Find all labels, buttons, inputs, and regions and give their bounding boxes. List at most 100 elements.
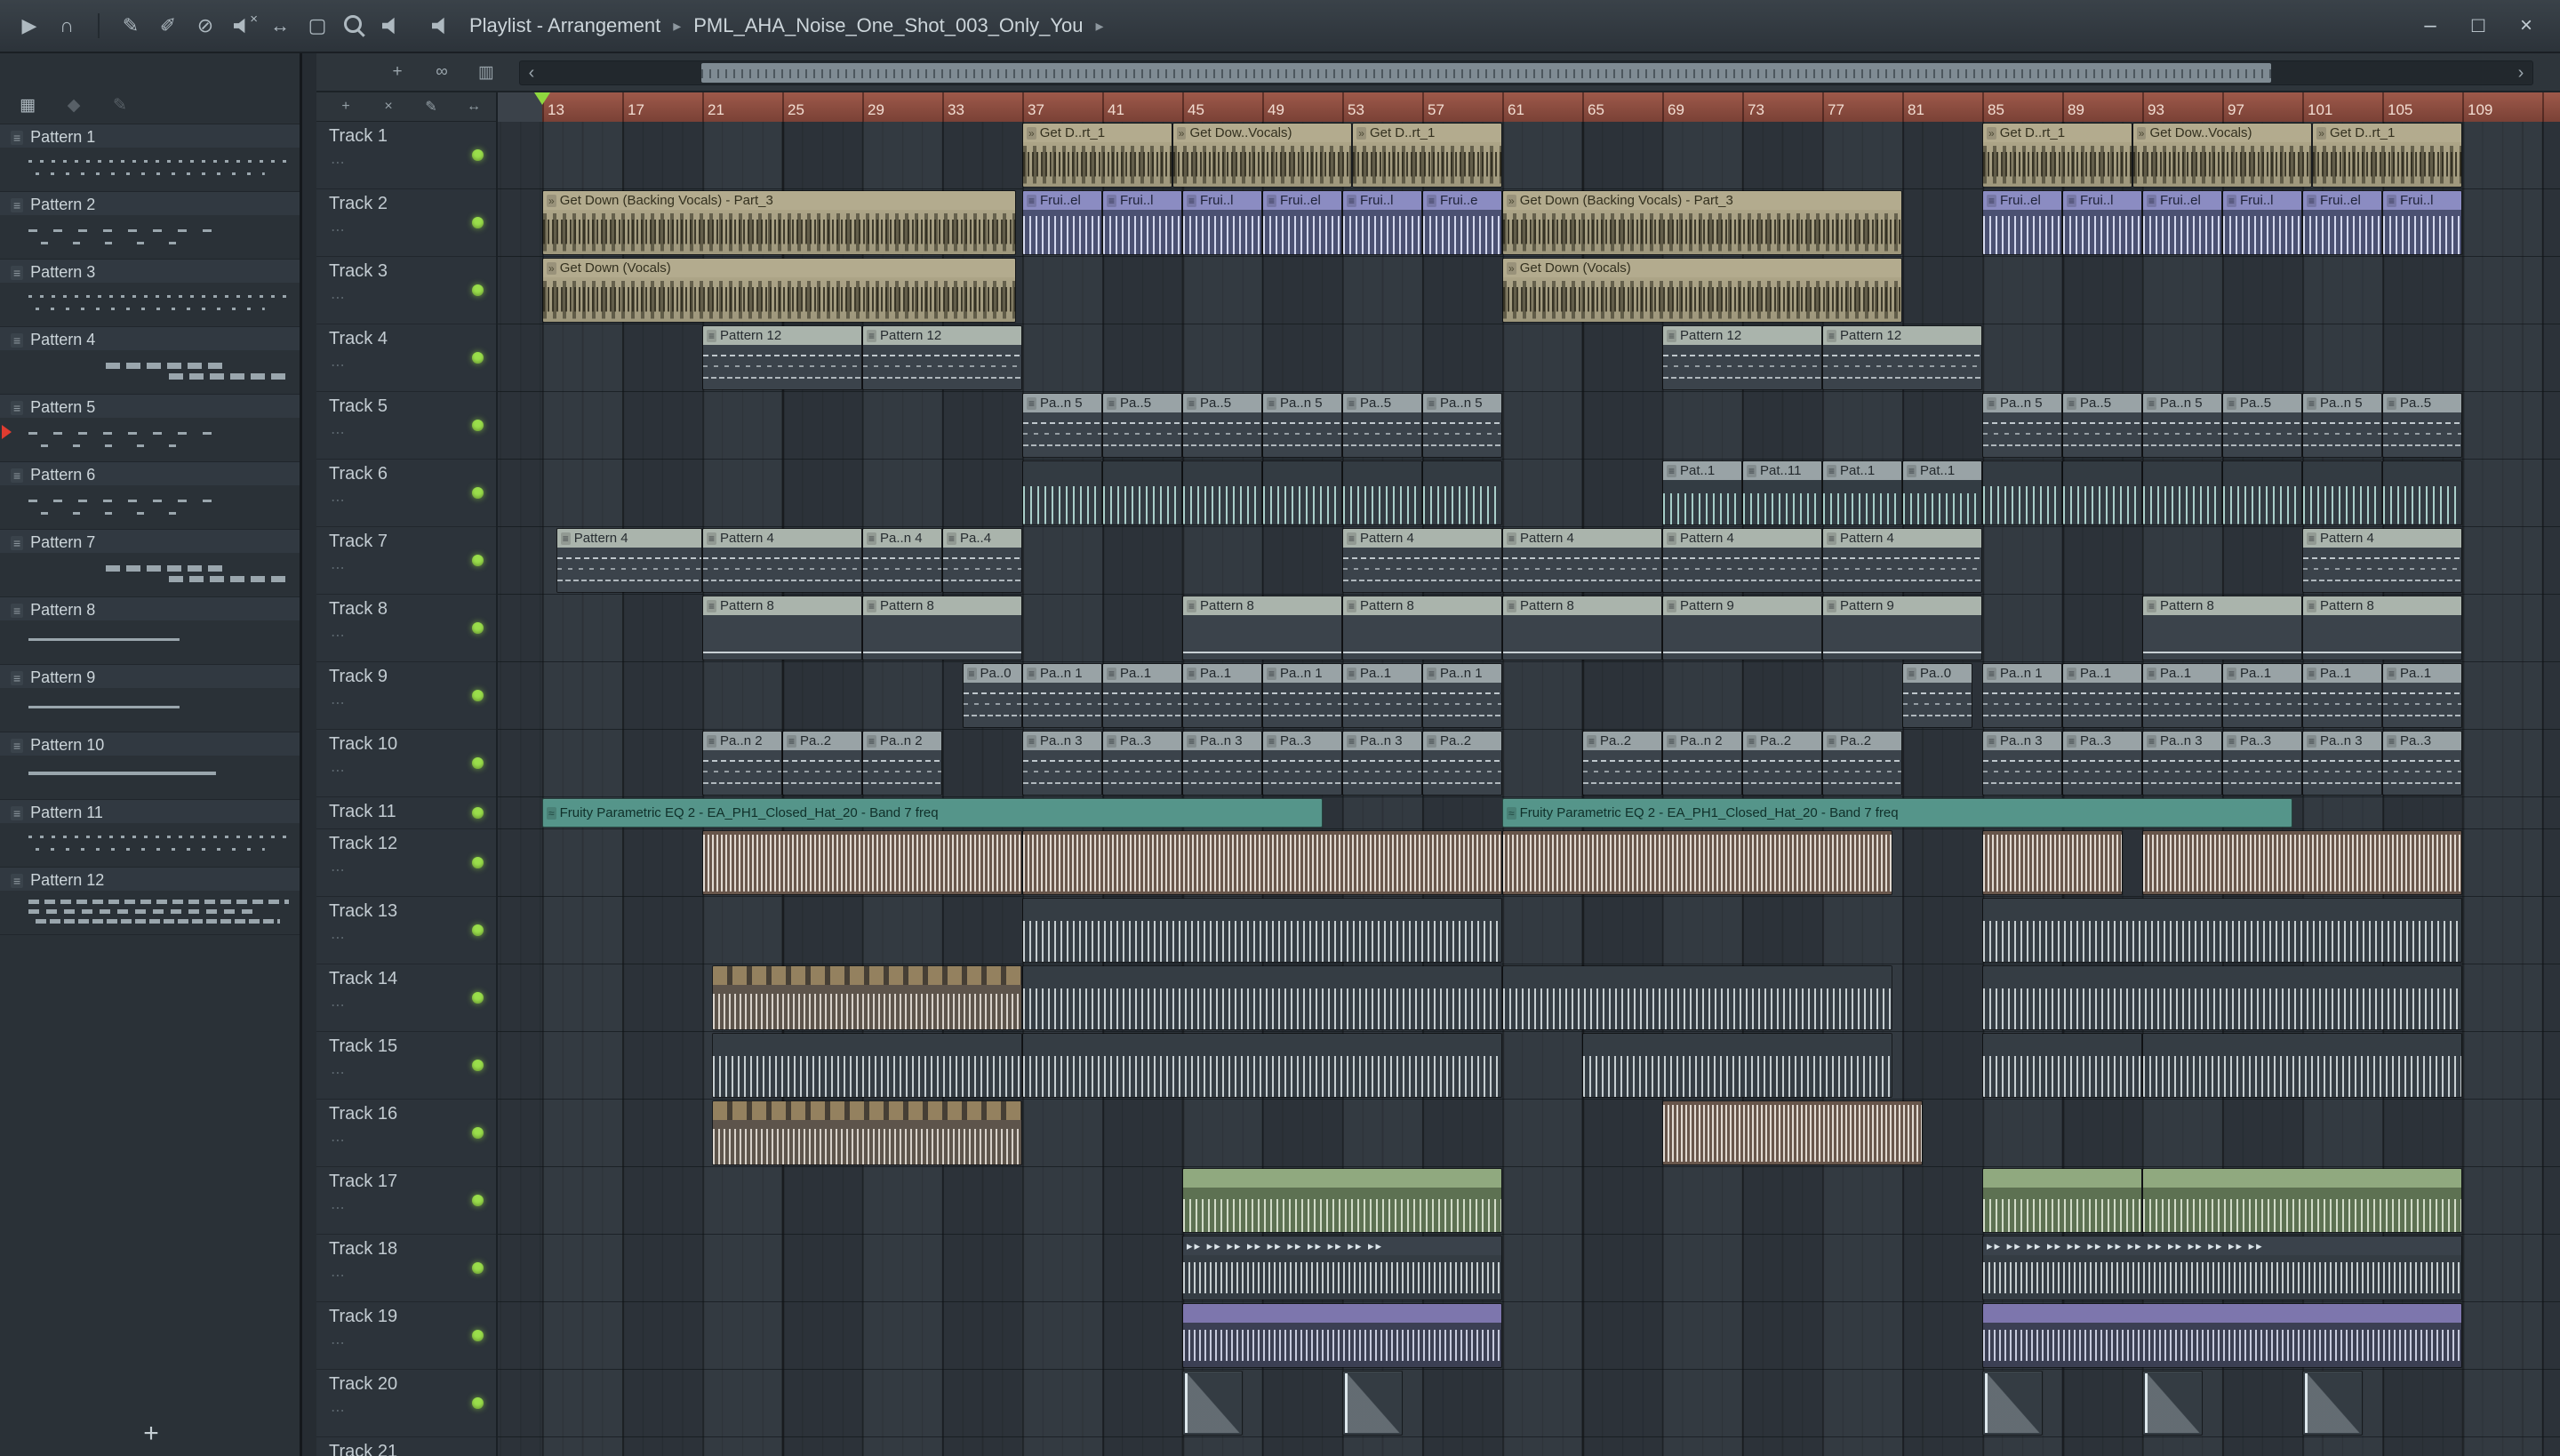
clip[interactable]: [1262, 460, 1342, 525]
clip[interactable]: ≡ Pa..n 5: [2302, 393, 2382, 458]
track-header[interactable]: Track 7 ⋯: [316, 527, 496, 595]
clip[interactable]: ≡ Frui..el: [1982, 190, 2062, 255]
track-header[interactable]: Track 1 ⋯: [316, 122, 496, 189]
overview-scrollbar[interactable]: ‹ ›: [519, 60, 2533, 85]
pattern-item[interactable]: ≡ Pattern 9: [0, 665, 300, 732]
clip[interactable]: » Get Dow..Vocals): [1172, 123, 1353, 188]
clip[interactable]: [1182, 1371, 1243, 1436]
clip[interactable]: [712, 1033, 1022, 1098]
breadcrumb-caret-icon[interactable]: ▸: [1096, 17, 1104, 36]
clip[interactable]: ≡ Frui..l: [2062, 190, 2142, 255]
track-led[interactable]: [472, 1195, 484, 1206]
clip[interactable]: ≡ Pa..n 5: [1982, 393, 2062, 458]
clip[interactable]: ≡ Pa..2: [1822, 731, 1902, 796]
clip[interactable]: [1022, 460, 1102, 525]
scroll-right-icon[interactable]: ›: [2509, 61, 2532, 84]
slip-tool-icon[interactable]: ↔: [265, 11, 295, 41]
maximize-icon[interactable]: □: [2459, 11, 2498, 41]
pattern-item[interactable]: ≡ Pattern 1: [0, 124, 300, 192]
grid-view-icon[interactable]: ▦: [16, 93, 39, 116]
zoom-tool-icon[interactable]: [340, 11, 370, 41]
track-led[interactable]: [472, 487, 484, 499]
delete-tool-icon[interactable]: ⊘: [190, 11, 220, 41]
slide-link-icon[interactable]: ∞: [430, 58, 453, 86]
clip[interactable]: ≡ Pa..n 5: [1262, 393, 1342, 458]
clip[interactable]: ≡ Frui..l: [1102, 190, 1182, 255]
track-led[interactable]: [472, 622, 484, 634]
clip[interactable]: [1022, 830, 1502, 895]
clip[interactable]: ▸▸ ▸▸ ▸▸ ▸▸ ▸▸ ▸▸ ▸▸ ▸▸ ▸▸ ▸▸ ▸▸ ▸▸ ▸▸ ▸…: [1982, 1236, 2462, 1300]
timeline-ruler[interactable]: 13 17 21 25 29 33 37 41 45 49 53 57 61 65 69 73 77 81 85 89…: [498, 92, 2560, 122]
pattern-item[interactable]: ≡ Pattern 8: [0, 597, 300, 665]
clip[interactable]: ≡ Pa..0: [1902, 663, 1972, 728]
track-header[interactable]: Track 21⋯: [316, 1437, 496, 1456]
clip[interactable]: [702, 830, 1022, 895]
track-header[interactable]: Track 10 ⋯: [316, 730, 496, 797]
clip[interactable]: ≡ Pattern 4: [1822, 528, 1982, 593]
mute-tool-icon[interactable]: [228, 11, 258, 41]
clip[interactable]: [2142, 830, 2462, 895]
clip[interactable]: [1982, 1033, 2142, 1098]
clip[interactable]: [1422, 460, 1502, 525]
track-led[interactable]: [472, 807, 484, 819]
cut-icon[interactable]: ×: [379, 96, 398, 117]
clip[interactable]: » Get Down (Vocals): [542, 258, 1017, 323]
track-header[interactable]: Track 8 ⋯: [316, 595, 496, 662]
clip[interactable]: » Get D..rt_1: [1022, 123, 1172, 188]
track-led[interactable]: [472, 1330, 484, 1341]
clip[interactable]: [2302, 1371, 2363, 1436]
clip[interactable]: ≡ Pa..n 5: [1022, 393, 1102, 458]
clip[interactable]: ≡ Pat..1: [1902, 460, 1982, 525]
scroll-left-icon[interactable]: ‹: [520, 61, 543, 84]
clip[interactable]: ≡ Pattern 4: [556, 528, 702, 593]
clip[interactable]: ≡ Frui..el: [1022, 190, 1102, 255]
clip[interactable]: ≡ Pa..n 2: [1662, 731, 1742, 796]
headphones-icon[interactable]: ∩: [52, 11, 82, 41]
clip[interactable]: [2062, 460, 2142, 525]
clip[interactable]: ≡ Frui..l: [2222, 190, 2302, 255]
clip[interactable]: ≡ Pattern 8: [1502, 596, 1662, 660]
clip[interactable]: ≡ Pa..n 3: [1982, 731, 2062, 796]
track-led[interactable]: [472, 857, 484, 868]
clip[interactable]: [1982, 460, 2062, 525]
clip[interactable]: ≡ Pattern 4: [1502, 528, 1662, 593]
track-header[interactable]: Track 20 ⋯: [316, 1370, 496, 1437]
clip[interactable]: [1982, 1303, 2462, 1368]
track-led[interactable]: [472, 420, 484, 431]
pattern-item[interactable]: ≡ Pattern 11: [0, 800, 300, 868]
clip[interactable]: [1102, 460, 1182, 525]
draw-tool-icon[interactable]: ✎: [116, 11, 146, 41]
stretch-icon[interactable]: ↔: [464, 96, 484, 117]
clip[interactable]: ≡ Pa..2: [1422, 731, 1502, 796]
clip[interactable]: ≡ Pa..2: [1582, 731, 1662, 796]
clip[interactable]: ≡ Pattern 4: [1342, 528, 1502, 593]
clip[interactable]: ≡ Pa..3: [2222, 731, 2302, 796]
clip[interactable]: ≡ Pattern 4: [1662, 528, 1822, 593]
pattern-item[interactable]: ≡ Pattern 5: [0, 395, 300, 462]
track-header[interactable]: Track 9 ⋯: [316, 662, 496, 730]
clip[interactable]: ≡ Pa..2: [1742, 731, 1822, 796]
clip[interactable]: ≡ Pa..1: [1342, 663, 1422, 728]
clip[interactable]: [2142, 1371, 2203, 1436]
clip[interactable]: ≡ Pa..3: [1102, 731, 1182, 796]
clip[interactable]: ≡ Pa..0: [962, 663, 1022, 728]
clip[interactable]: ≡ Pattern 12: [702, 325, 862, 390]
track-led[interactable]: [472, 690, 484, 701]
track-led[interactable]: [472, 352, 484, 364]
track-led[interactable]: [472, 217, 484, 228]
clip[interactable]: ≡ Pa..3: [1262, 731, 1342, 796]
playhead-marker[interactable]: [534, 92, 550, 105]
clip[interactable]: ≡ Pattern 8: [1182, 596, 1342, 660]
clip[interactable]: ≡ Pa..n 3: [1342, 731, 1422, 796]
clip[interactable]: ≡ Pa..n 3: [1022, 731, 1102, 796]
clip[interactable]: ≡ Pa..n 2: [862, 731, 942, 796]
track-led[interactable]: [472, 1397, 484, 1409]
clip[interactable]: ≡ Pa..1: [1102, 663, 1182, 728]
track-led[interactable]: [472, 1127, 484, 1139]
clip[interactable]: [1182, 1168, 1502, 1233]
clip[interactable]: [1342, 460, 1422, 525]
clip[interactable]: [1662, 1100, 1923, 1165]
track-led[interactable]: [472, 284, 484, 296]
clip[interactable]: ≡ Pa..n 1: [1982, 663, 2062, 728]
track-header[interactable]: Track 13 ⋯: [316, 897, 496, 964]
